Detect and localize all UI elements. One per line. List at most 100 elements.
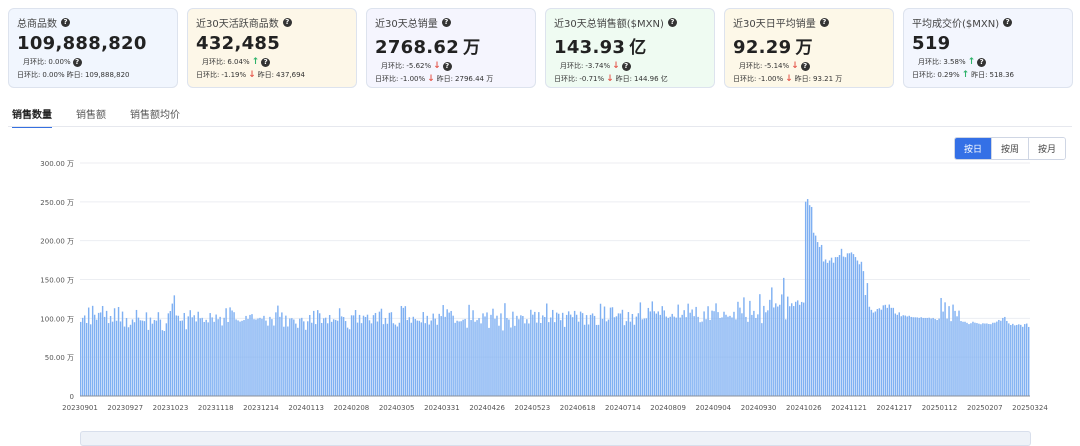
bar[interactable]: [526, 319, 528, 396]
bar[interactable]: [315, 324, 317, 396]
bar[interactable]: [687, 303, 689, 396]
bar[interactable]: [563, 326, 566, 396]
bar[interactable]: [508, 319, 510, 396]
bar[interactable]: [410, 322, 413, 396]
bar[interactable]: [474, 321, 476, 396]
bar[interactable]: [1024, 324, 1026, 396]
bar[interactable]: [946, 318, 948, 396]
bar[interactable]: [763, 305, 765, 396]
bar[interactable]: [669, 316, 671, 396]
bar[interactable]: [398, 322, 401, 396]
bar[interactable]: [340, 316, 343, 396]
bar[interactable]: [161, 330, 164, 396]
bar[interactable]: [643, 318, 646, 396]
bar[interactable]: [151, 323, 154, 396]
bar[interactable]: [482, 313, 484, 396]
bar[interactable]: [627, 312, 630, 396]
bar[interactable]: [846, 253, 849, 396]
bar[interactable]: [651, 301, 654, 396]
bar[interactable]: [948, 306, 950, 396]
bar[interactable]: [358, 314, 361, 396]
bar[interactable]: [131, 319, 134, 396]
bar[interactable]: [95, 319, 98, 396]
bar[interactable]: [737, 301, 739, 396]
bar[interactable]: [974, 322, 976, 396]
bar[interactable]: [548, 322, 550, 396]
bar[interactable]: [615, 316, 618, 396]
bar[interactable]: [141, 320, 144, 396]
bar[interactable]: [956, 316, 958, 396]
bar[interactable]: [579, 311, 582, 396]
bar[interactable]: [307, 321, 309, 396]
bar[interactable]: [677, 304, 679, 396]
bar[interactable]: [400, 305, 403, 396]
bar[interactable]: [83, 315, 86, 396]
bar[interactable]: [858, 264, 861, 396]
bar[interactable]: [854, 257, 857, 396]
bar[interactable]: [552, 309, 554, 396]
bar[interactable]: [597, 324, 600, 396]
bar[interactable]: [709, 319, 711, 396]
bar[interactable]: [261, 318, 263, 396]
bar[interactable]: [215, 314, 217, 396]
bar[interactable]: [330, 321, 333, 396]
bar[interactable]: [356, 322, 359, 396]
bar[interactable]: [1018, 324, 1020, 396]
bar[interactable]: [749, 300, 751, 396]
bar[interactable]: [309, 314, 311, 396]
bar[interactable]: [577, 321, 580, 396]
bar[interactable]: [1012, 323, 1014, 396]
bar[interactable]: [824, 259, 827, 396]
bar[interactable]: [868, 306, 871, 396]
bar[interactable]: [464, 318, 466, 396]
bar[interactable]: [775, 303, 777, 396]
bar[interactable]: [101, 305, 104, 396]
bar[interactable]: [404, 306, 407, 396]
bar[interactable]: [785, 319, 787, 396]
bar[interactable]: [898, 312, 900, 396]
bar[interactable]: [386, 323, 389, 396]
bar[interactable]: [926, 317, 928, 396]
bar[interactable]: [834, 257, 837, 396]
bar[interactable]: [745, 316, 747, 396]
bar[interactable]: [396, 326, 399, 396]
bar[interactable]: [950, 321, 952, 396]
bar[interactable]: [522, 316, 524, 396]
bar[interactable]: [113, 308, 116, 396]
bar[interactable]: [982, 323, 984, 396]
bar[interactable]: [567, 311, 570, 396]
bar[interactable]: [430, 320, 432, 396]
bar[interactable]: [478, 318, 480, 396]
bar[interactable]: [667, 317, 669, 396]
bar[interactable]: [277, 305, 279, 396]
bar[interactable]: [591, 313, 594, 396]
bar[interactable]: [344, 321, 347, 396]
bar[interactable]: [1004, 316, 1006, 396]
bar[interactable]: [338, 308, 341, 396]
bar[interactable]: [573, 310, 576, 396]
bar[interactable]: [711, 310, 713, 396]
bar[interactable]: [171, 303, 174, 396]
bar[interactable]: [1010, 325, 1012, 396]
bar[interactable]: [679, 317, 681, 396]
bar[interactable]: [826, 262, 829, 396]
bar[interactable]: [759, 294, 761, 396]
bar[interactable]: [80, 321, 82, 396]
bar[interactable]: [713, 311, 715, 396]
bar[interactable]: [137, 317, 140, 396]
bar[interactable]: [619, 313, 622, 396]
bar[interactable]: [175, 315, 178, 396]
bar[interactable]: [205, 319, 207, 396]
bar[interactable]: [201, 317, 203, 396]
bar[interactable]: [599, 303, 602, 396]
bar[interactable]: [105, 310, 108, 396]
bar[interactable]: [199, 318, 201, 396]
bar[interactable]: [794, 301, 797, 396]
bar[interactable]: [605, 321, 608, 396]
bar[interactable]: [480, 323, 482, 396]
bar[interactable]: [500, 313, 502, 396]
bar[interactable]: [189, 310, 191, 396]
bar[interactable]: [556, 312, 558, 396]
bar[interactable]: [440, 316, 442, 396]
bar[interactable]: [637, 313, 640, 396]
